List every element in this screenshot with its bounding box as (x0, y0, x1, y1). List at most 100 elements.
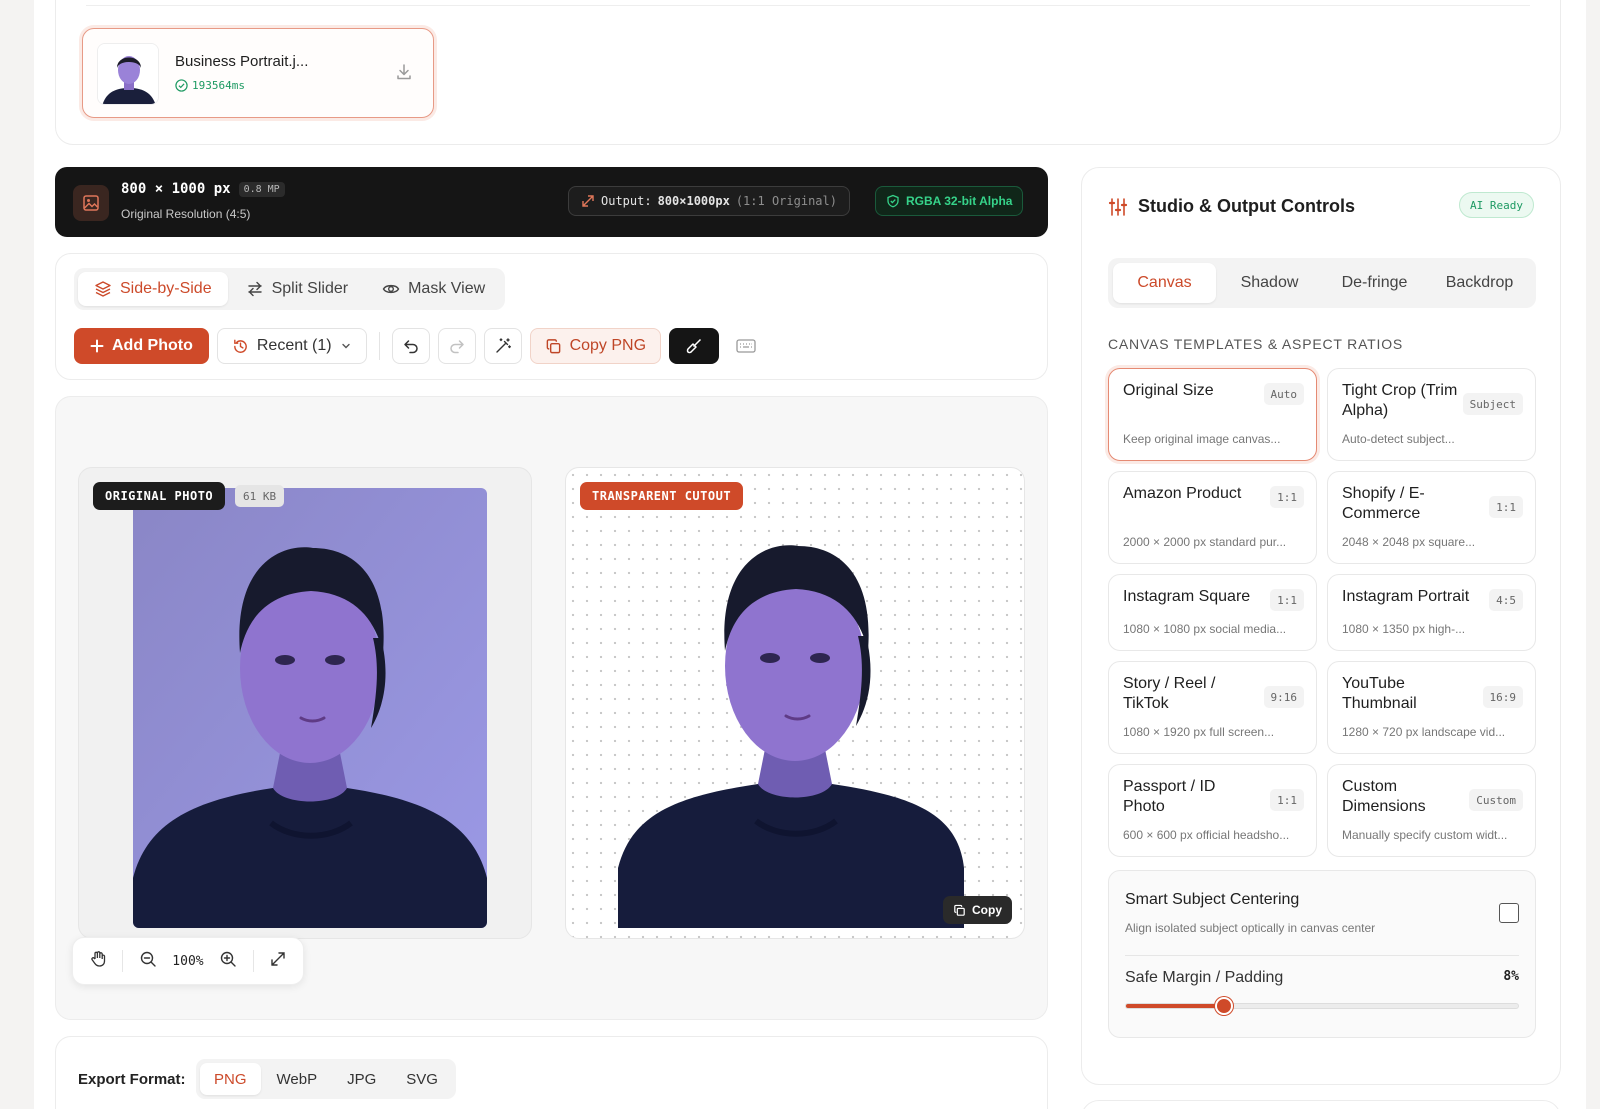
format-png[interactable]: PNG (200, 1063, 261, 1095)
slider-thumb[interactable] (1215, 997, 1233, 1015)
template-name: YouTube Thumbnail (1342, 675, 1417, 712)
template-custom-dimensions[interactable]: Custom Dimensions Custom Manually specif… (1327, 764, 1536, 857)
template-ratio: 9:16 (1263, 686, 1304, 708)
template-name: Original Size (1123, 382, 1214, 399)
template-desc: 2048 × 2048 px square... (1342, 535, 1476, 549)
divider (378, 332, 380, 360)
margin-label: Safe Margin / Padding (1125, 969, 1284, 986)
tab-label: Side-by-Side (120, 280, 212, 297)
recent-thumbnail (97, 43, 159, 105)
studio-title-text: Studio & Output Controls (1138, 196, 1355, 216)
template-story-reel[interactable]: Story / Reel / TikTok 9:16 1080 × 1920 p… (1108, 661, 1317, 754)
template-tight-crop[interactable]: Tight Crop (Trim Alpha) Subject Auto-det… (1327, 368, 1536, 461)
download-icon[interactable] (395, 63, 413, 86)
undo-icon (403, 340, 418, 354)
centering-title: Smart Subject Centering (1125, 891, 1300, 908)
keyboard-icon (736, 339, 756, 353)
image-dimensions: 800 × 1000 px 0.8 MP (121, 181, 285, 197)
template-desc: 2000 × 2000 px standard pur... (1123, 535, 1287, 549)
format-jpg[interactable]: JPG (333, 1063, 390, 1095)
zoom-in-icon[interactable] (219, 950, 237, 973)
template-instagram-portrait[interactable]: Instagram Portrait 4:5 1080 × 1350 px hi… (1327, 574, 1536, 651)
alpha-label: RGBA 32-bit Alpha (906, 194, 1013, 208)
redo-button[interactable] (437, 328, 476, 364)
cutout-photo (618, 538, 978, 928)
add-photo-button[interactable]: Add Photo (74, 328, 209, 364)
tab-mask-view[interactable]: Mask View (366, 272, 501, 306)
tab-side-by-side[interactable]: Side-by-Side (78, 272, 228, 306)
export-card: Export Format: PNG WebP JPG SVG (55, 1036, 1048, 1109)
copy-png-label: Copy PNG (569, 337, 647, 354)
centering-card: Smart Subject Centering Align isolated s… (1108, 870, 1536, 1038)
tab-split-slider[interactable]: Split Slider (230, 272, 364, 306)
tab-canvas[interactable]: Canvas (1113, 263, 1216, 303)
template-desc: 1080 × 1350 px high-... (1342, 622, 1466, 636)
studio-title: Studio & Output Controls (1108, 196, 1355, 217)
template-shopify[interactable]: Shopify / E-Commerce 1:1 2048 × 2048 px … (1327, 471, 1536, 564)
centering-checkbox[interactable] (1499, 903, 1519, 923)
resolution-label: Original Resolution (4:5) (121, 207, 251, 221)
tab-defringe[interactable]: De-fringe (1323, 263, 1426, 303)
recent-dropdown[interactable]: Recent (1) (216, 328, 367, 364)
template-instagram-square[interactable]: Instagram Square 1:1 1080 × 1080 px soci… (1108, 574, 1317, 651)
studio-controls-panel: Studio & Output Controls AI Ready Canvas… (1081, 167, 1561, 1085)
copy-png-button[interactable]: Copy PNG (529, 328, 662, 364)
tab-shadow[interactable]: Shadow (1218, 263, 1321, 303)
layers-icon (95, 281, 111, 297)
tab-label: Split Slider (271, 280, 349, 297)
output-size-pill: Output: 800×1000px (1:1 Original) (568, 186, 850, 216)
eye-icon (382, 284, 400, 294)
zoom-out-icon[interactable] (139, 950, 157, 973)
recent-item[interactable]: Business Portrait.j... 193564ms (82, 28, 434, 118)
keyboard-shortcuts-button[interactable] (727, 328, 765, 364)
template-name: Instagram Square (1123, 588, 1251, 605)
template-ratio: 4:5 (1489, 589, 1523, 611)
margin-value: 8% (1503, 969, 1519, 984)
file-size-badge: 61 KB (235, 485, 285, 507)
template-amazon-product[interactable]: Amazon Product 1:1 2000 × 2000 px standa… (1108, 471, 1317, 564)
copy-cutout-button[interactable]: Copy (943, 896, 1012, 924)
megapixel-badge: 0.8 MP (238, 181, 285, 197)
transparent-cutout-badge: TRANSPARENT CUTOUT (580, 482, 744, 510)
magic-wand-icon (495, 338, 511, 353)
recent-label: Recent (1) (256, 337, 332, 354)
expand-arrows-icon (582, 195, 594, 207)
preview-canvas: ORIGINAL PHOTO 61 KB TRANSPARENT CUTOUT … (55, 396, 1048, 1020)
template-ratio: 1:1 (1489, 496, 1523, 518)
brush-button[interactable] (669, 328, 720, 364)
template-desc: Manually specify custom widt... (1342, 828, 1508, 842)
fullscreen-icon[interactable] (269, 950, 287, 973)
view-toolbar-card: Side-by-Side Split Slider Mask View Add … (55, 253, 1048, 380)
recent-processing-time: 193564ms (175, 79, 245, 92)
recent-file-name: Business Portrait.j... (175, 53, 309, 70)
hand-pan-icon[interactable] (89, 950, 107, 973)
format-svg[interactable]: SVG (392, 1063, 452, 1095)
template-youtube-thumbnail[interactable]: YouTube Thumbnail 16:9 1280 × 720 px lan… (1327, 661, 1536, 754)
format-webp[interactable]: WebP (263, 1063, 332, 1095)
tools-row: Add Photo Recent (1) Copy PNG (74, 328, 765, 364)
template-desc: 1280 × 720 px landscape vid... (1342, 725, 1506, 739)
history-icon (233, 339, 247, 353)
undo-button[interactable] (391, 328, 430, 364)
template-desc: Auto-detect subject... (1342, 432, 1455, 446)
template-ratio: 1:1 (1270, 589, 1304, 611)
template-passport-id[interactable]: Passport / ID Photo 1:1 600 × 600 px off… (1108, 764, 1317, 857)
original-photo (133, 488, 487, 928)
centering-desc: Align isolated subject optically in canv… (1125, 921, 1376, 935)
template-name: Amazon Product (1123, 485, 1242, 502)
template-ratio: Subject (1462, 393, 1523, 415)
ai-ready-badge: AI Ready (1459, 192, 1534, 218)
canvas-template-grid: Original Size Auto Keep original image c… (1108, 368, 1536, 857)
template-name: Passport / ID Photo (1123, 778, 1216, 815)
original-photo-panel: ORIGINAL PHOTO 61 KB (78, 467, 532, 939)
add-photo-label: Add Photo (112, 337, 193, 354)
image-info-bar: 800 × 1000 px 0.8 MP Original Resolution… (55, 167, 1048, 237)
template-ratio: Custom (1469, 789, 1523, 811)
original-photo-badge: ORIGINAL PHOTO (93, 482, 226, 510)
template-ratio: 1:1 (1270, 486, 1304, 508)
tab-backdrop[interactable]: Backdrop (1428, 263, 1531, 303)
divider (122, 950, 124, 972)
margin-slider[interactable] (1125, 997, 1519, 1015)
magic-wand-button[interactable] (483, 328, 522, 364)
template-original-size[interactable]: Original Size Auto Keep original image c… (1108, 368, 1317, 461)
